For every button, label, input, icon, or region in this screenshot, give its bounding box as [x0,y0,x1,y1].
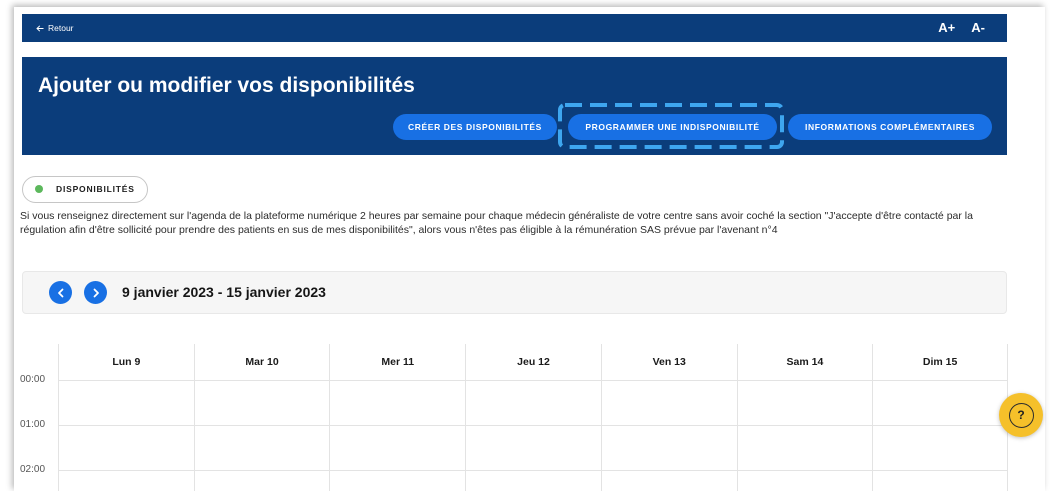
page-header-panel: Ajouter ou modifier vos disponibilités C… [22,57,1007,155]
time-slot[interactable] [330,425,466,470]
time-slot[interactable] [601,380,737,425]
help-icon: ? [1008,402,1034,428]
time-slot[interactable] [194,425,330,470]
day-header: Dim 15 [922,356,958,368]
time-slot[interactable] [873,425,1007,470]
back-link-label: Retour [48,23,74,33]
time-slot[interactable] [59,380,194,425]
day-column: Mar 10 [193,344,330,491]
week-range-label: 9 janvier 2023 - 15 janvier 2023 [122,284,326,300]
additional-info-button[interactable]: INFORMATIONS COMPLÉMENTAIRES [788,114,992,140]
time-slot[interactable] [873,470,1007,491]
time-slot[interactable] [601,470,737,491]
schedule-unavailability-label: PROGRAMMER UNE INDISPONIBILITÉ [585,122,760,132]
time-slot[interactable] [59,470,194,491]
day-column: Dim 15 [872,344,1008,491]
day-column: Ven 13 [600,344,737,491]
day-column: Lun 9 [58,344,194,491]
time-slot[interactable] [194,380,330,425]
help-button[interactable]: ? [999,393,1043,437]
day-header: Mer 11 [381,356,415,368]
arrow-left-icon [36,24,44,32]
calendar-grid: Lun 9 Mar 10 Mer 11 Jeu 12 Ven 13 Sam 14 Dim 1… [0,344,1050,491]
time-slot[interactable] [737,425,873,470]
create-availability-button[interactable]: CRÉER DES DISPONIBILITÉS [393,114,557,140]
hour-label: 00:00 [20,374,46,385]
time-slot[interactable] [601,425,737,470]
time-slot[interactable] [873,380,1007,425]
time-slot[interactable] [466,425,601,470]
chevron-left-icon [56,288,66,298]
green-dot-icon [35,185,43,193]
hour-label: 02:00 [20,464,46,475]
time-slot[interactable] [466,470,601,491]
availability-tab-label: DISPONIBILITÉS [56,184,135,194]
time-slot[interactable] [737,470,873,491]
font-size-controls: A+ A- [938,14,985,42]
day-column: Jeu 12 [465,344,601,491]
calendar-columns: Lun 9 Mar 10 Mer 11 Jeu 12 Ven 13 Sam 14 Dim 1… [58,344,1008,491]
eligibility-notice: Si vous renseignez directement sur l'age… [20,209,973,237]
increase-font-button[interactable]: A+ [938,14,955,42]
time-slot[interactable] [194,470,330,491]
hour-label: 01:00 [20,419,46,430]
next-week-button[interactable] [84,281,107,304]
time-slot[interactable] [330,380,466,425]
day-column: Mer 11 [329,344,466,491]
chevron-right-icon [91,288,101,298]
day-header: Lun 9 [112,356,141,368]
top-bar: Retour A+ A- [22,14,1007,42]
page-title: Ajouter ou modifier vos disponibilités [38,74,415,97]
time-slot[interactable] [330,470,466,491]
day-header: Ven 13 [652,356,686,368]
availability-tab[interactable]: DISPONIBILITÉS [22,176,148,203]
time-slot[interactable] [59,425,194,470]
notice-line: régulation afin d'être sollicité pour pr… [20,224,778,236]
day-header: Jeu 12 [517,356,550,368]
schedule-unavailability-button[interactable]: PROGRAMMER UNE INDISPONIBILITÉ [558,103,784,149]
decrease-font-button[interactable]: A- [971,14,985,42]
week-navigation: 9 janvier 2023 - 15 janvier 2023 [22,271,1007,314]
notice-line: Si vous renseignez directement sur l'age… [20,210,973,222]
time-slot[interactable] [466,380,601,425]
day-column: Sam 14 [736,344,873,491]
day-header: Sam 14 [786,356,824,368]
previous-week-button[interactable] [49,281,72,304]
time-slot[interactable] [737,380,873,425]
day-header: Mar 10 [245,356,279,368]
back-link[interactable]: Retour [36,14,74,42]
